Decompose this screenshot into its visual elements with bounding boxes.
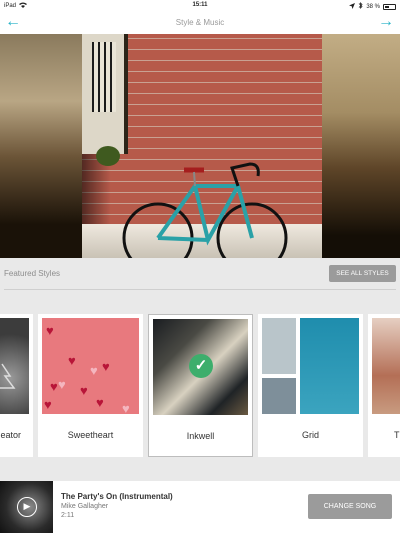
heart-icon: ♥ [80, 383, 88, 398]
style-label: Inkwell [186, 431, 215, 441]
style-card-partial[interactable]: T [368, 314, 400, 457]
divider [4, 289, 396, 290]
preview-blur-right [322, 34, 400, 258]
location-arrow-icon [349, 2, 356, 11]
style-card-sweetheart[interactable]: ♥ ♥ ♥ ♥ ♥ ♥ ♥ ♥ ♥ ♥ Sweetheart [38, 314, 143, 457]
change-song-button[interactable]: CHANGE SONG [308, 494, 392, 519]
style-card-creator[interactable]: eator [0, 314, 33, 457]
heart-icon: ♥ [68, 353, 76, 368]
style-thumb-creator [0, 318, 29, 414]
heart-icon: ♥ [44, 397, 52, 412]
featured-styles-label: Featured Styles [4, 269, 61, 278]
heart-icon: ♥ [46, 323, 54, 338]
style-thumb-sweetheart: ♥ ♥ ♥ ♥ ♥ ♥ ♥ ♥ ♥ ♥ [42, 318, 139, 414]
heart-icon: ♥ [122, 401, 130, 414]
grid-tile [262, 378, 296, 414]
nav-bar: ← Style & Music → [0, 11, 400, 34]
style-thumb-partial [372, 318, 400, 414]
song-title: The Party's On (Instrumental) [61, 492, 173, 501]
grid-tile [300, 318, 359, 414]
style-label: Sweetheart [67, 430, 114, 440]
heart-icon: ♥ [90, 363, 98, 378]
bicycle-image [122, 162, 288, 258]
grid-tile [262, 318, 296, 374]
video-preview [0, 34, 400, 258]
style-label: Grid [301, 430, 319, 440]
status-time: 15:11 [192, 2, 208, 8]
heart-icon: ♥ [96, 395, 104, 410]
heart-icon: ♥ [102, 359, 110, 374]
preview-plant [96, 146, 120, 166]
song-artist: Mike Gallagher [61, 503, 109, 510]
style-card-grid[interactable]: Grid [258, 314, 363, 457]
heart-icon: ♥ [50, 379, 58, 394]
heart-icon: ♥ [58, 377, 66, 392]
status-right: 38 % [349, 2, 396, 11]
preview-door [82, 34, 128, 154]
style-label: T [394, 430, 400, 440]
see-all-styles-button[interactable]: SEE ALL STYLES [329, 265, 396, 282]
arrow-right-icon[interactable]: → [378, 13, 394, 31]
preview-blur-left [0, 34, 82, 258]
play-icon[interactable]: ▶ [17, 497, 37, 517]
song-bar: ▶ The Party's On (Instrumental) Mike Gal… [0, 481, 400, 533]
style-label: eator [0, 430, 21, 440]
song-duration: 2:11 [61, 512, 75, 519]
album-art: ▶ [0, 481, 53, 533]
bluetooth-icon [358, 2, 363, 11]
battery-icon [383, 3, 396, 10]
checkmark-icon: ✓ [189, 354, 213, 378]
battery-percent: 38 % [366, 3, 380, 10]
tree-outline-icon [0, 363, 16, 389]
style-carousel[interactable]: eator ♥ ♥ ♥ ♥ ♥ ♥ ♥ ♥ ♥ ♥ Sweetheart ✓ I… [0, 314, 400, 458]
style-thumb-grid [262, 318, 359, 414]
page-title: Style & Music [175, 18, 225, 27]
status-bar: iPad 15:11 38 % [0, 0, 400, 11]
style-thumb-inkwell: ✓ [153, 319, 248, 415]
style-card-inkwell[interactable]: ✓ Inkwell [148, 314, 253, 457]
